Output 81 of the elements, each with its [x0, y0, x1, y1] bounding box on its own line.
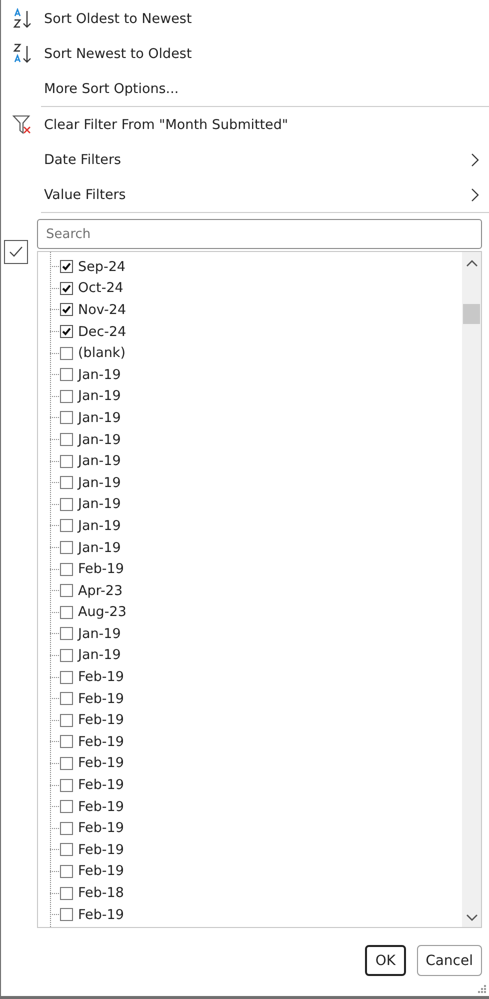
item-label: Jan-19	[78, 540, 121, 556]
checkbox[interactable]	[60, 908, 73, 922]
chevron-right-icon	[471, 152, 479, 166]
checkbox[interactable]	[60, 648, 73, 662]
item-label: Feb-19	[78, 669, 124, 686]
item-label: Apr-23	[78, 582, 123, 599]
sort-descending-icon	[12, 42, 34, 64]
checkbox[interactable]	[60, 800, 73, 814]
checkbox[interactable]	[60, 325, 73, 338]
item-label: Aug-23	[78, 604, 126, 620]
item-label: Jan-19	[78, 388, 121, 404]
cancel-button[interactable]: Cancel	[416, 945, 482, 976]
menu-item[interactable]: Clear Filter From "Month Submitted"	[1, 107, 489, 142]
checkbox[interactable]	[60, 843, 73, 856]
checkbox[interactable]	[60, 756, 73, 770]
item-label: Jan-19	[78, 518, 121, 534]
item-label: Feb-19	[78, 755, 124, 772]
checkbox[interactable]	[60, 433, 73, 446]
checkbox[interactable]	[60, 282, 73, 295]
item-label: Dec-24	[78, 324, 126, 340]
checkbox[interactable]	[60, 606, 73, 619]
checkbox[interactable]	[60, 584, 73, 598]
item-label: Feb-19	[78, 906, 124, 923]
item-label: Jan-19	[78, 474, 121, 491]
checkbox[interactable]	[60, 864, 73, 878]
checkbox[interactable]	[60, 714, 73, 727]
item-label: Feb-19	[78, 734, 124, 750]
checkbox[interactable]	[60, 670, 73, 684]
item-label: Feb-19	[78, 712, 124, 728]
item-label: Feb-19	[78, 863, 124, 880]
scroll-up-icon[interactable]	[466, 259, 478, 267]
select-all-checkbox-icon[interactable]	[4, 240, 28, 264]
scroll-down-icon[interactable]	[466, 914, 478, 922]
checkbox[interactable]	[60, 886, 73, 900]
checkbox[interactable]	[60, 692, 73, 706]
search-field[interactable]: Search	[37, 219, 482, 249]
menu-item[interactable]: Value Filters	[1, 177, 489, 212]
menu-item[interactable]: Sort Newest to Oldest	[1, 36, 489, 71]
item-label: Nov-24	[78, 302, 126, 318]
item-label: Feb-19	[78, 798, 124, 815]
scrollbar[interactable]	[462, 252, 481, 927]
checkbox[interactable]	[60, 411, 73, 424]
checkbox[interactable]	[60, 541, 73, 554]
item-label: Jan-19	[78, 626, 121, 642]
checkbox[interactable]	[60, 735, 73, 748]
item-label: Jan-19	[78, 410, 121, 426]
checkbox[interactable]	[60, 822, 73, 835]
chevron-right-icon	[471, 188, 479, 202]
item-label: Feb-18	[78, 885, 124, 902]
checkbox[interactable]	[60, 368, 73, 382]
item-label: Feb-19	[78, 842, 124, 858]
checkbox[interactable]	[60, 260, 73, 274]
item-label: Oct-24	[78, 280, 124, 296]
checkbox[interactable]	[60, 303, 73, 316]
checkbox[interactable]	[60, 519, 73, 532]
item-label: Feb-19	[78, 690, 124, 707]
menu-item[interactable]: Sort Oldest to Newest	[1, 1, 489, 36]
item-label: Jan-19	[78, 366, 121, 383]
checkbox[interactable]	[60, 627, 73, 640]
menu-item[interactable]: More Sort Options...	[1, 71, 489, 106]
checkbox[interactable]	[60, 476, 73, 490]
item-label: Feb-19	[78, 820, 124, 836]
item-label: Jan-19	[78, 496, 121, 512]
item-label: (blank)	[78, 345, 126, 362]
checkbox[interactable]	[60, 778, 73, 792]
checkbox[interactable]	[60, 454, 73, 468]
item-label: Jan-19	[78, 647, 121, 664]
item-label: Sep-24	[78, 258, 126, 275]
item-label: Jan-19	[78, 432, 121, 448]
checkbox[interactable]	[60, 390, 73, 403]
ok-button[interactable]: OK	[365, 945, 406, 976]
scroll-thumb[interactable]	[463, 304, 480, 324]
item-label: Feb-19	[78, 561, 124, 578]
checkbox[interactable]	[60, 562, 73, 576]
menu-item[interactable]: Date Filters	[1, 142, 489, 177]
checkbox[interactable]	[60, 498, 73, 511]
item-label: Feb-19	[78, 777, 124, 794]
resize-grip-icon[interactable]	[478, 985, 487, 994]
item-label: Jan-19	[78, 453, 121, 470]
sort-ascending-icon	[12, 8, 34, 30]
checkbox[interactable]	[60, 346, 73, 360]
